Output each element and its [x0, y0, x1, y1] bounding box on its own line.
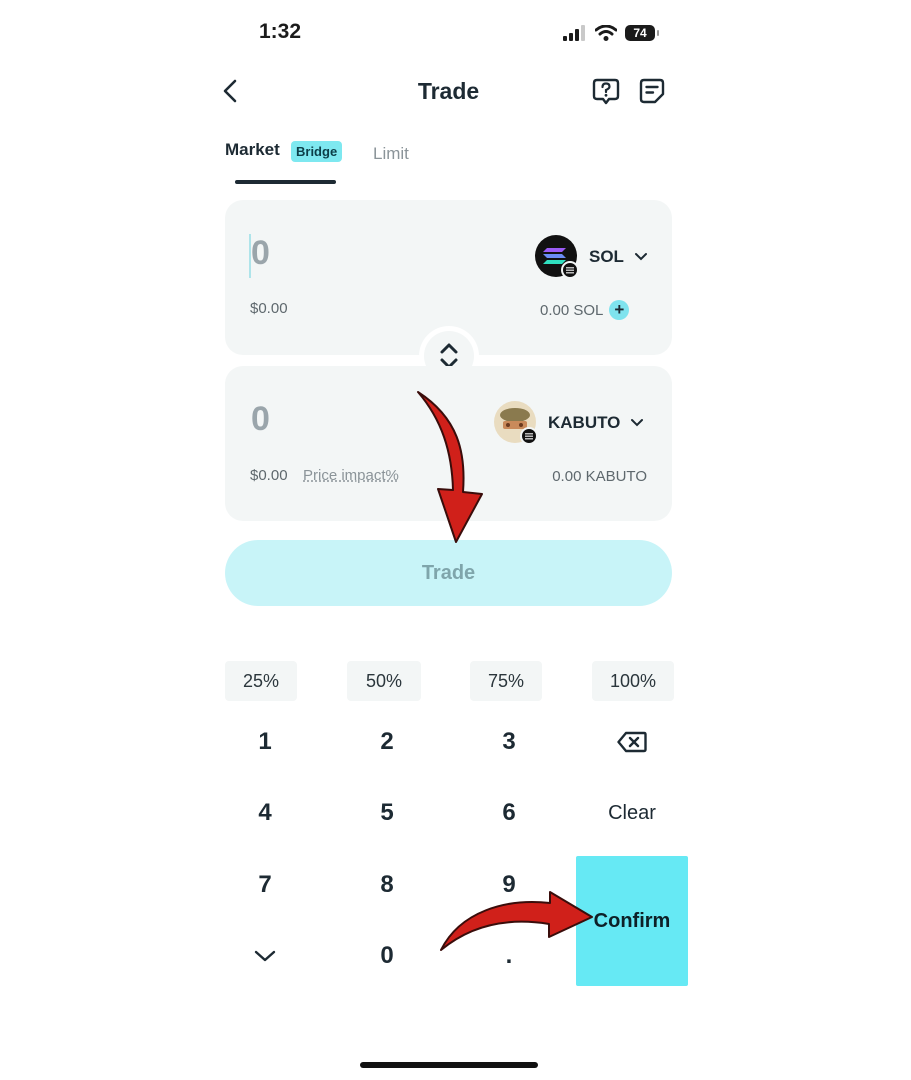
annotation-arrow-right	[440, 891, 593, 951]
home-indicator	[360, 1062, 538, 1068]
annotation-arrows	[417, 391, 593, 951]
annotation-arrow-down	[417, 391, 483, 543]
